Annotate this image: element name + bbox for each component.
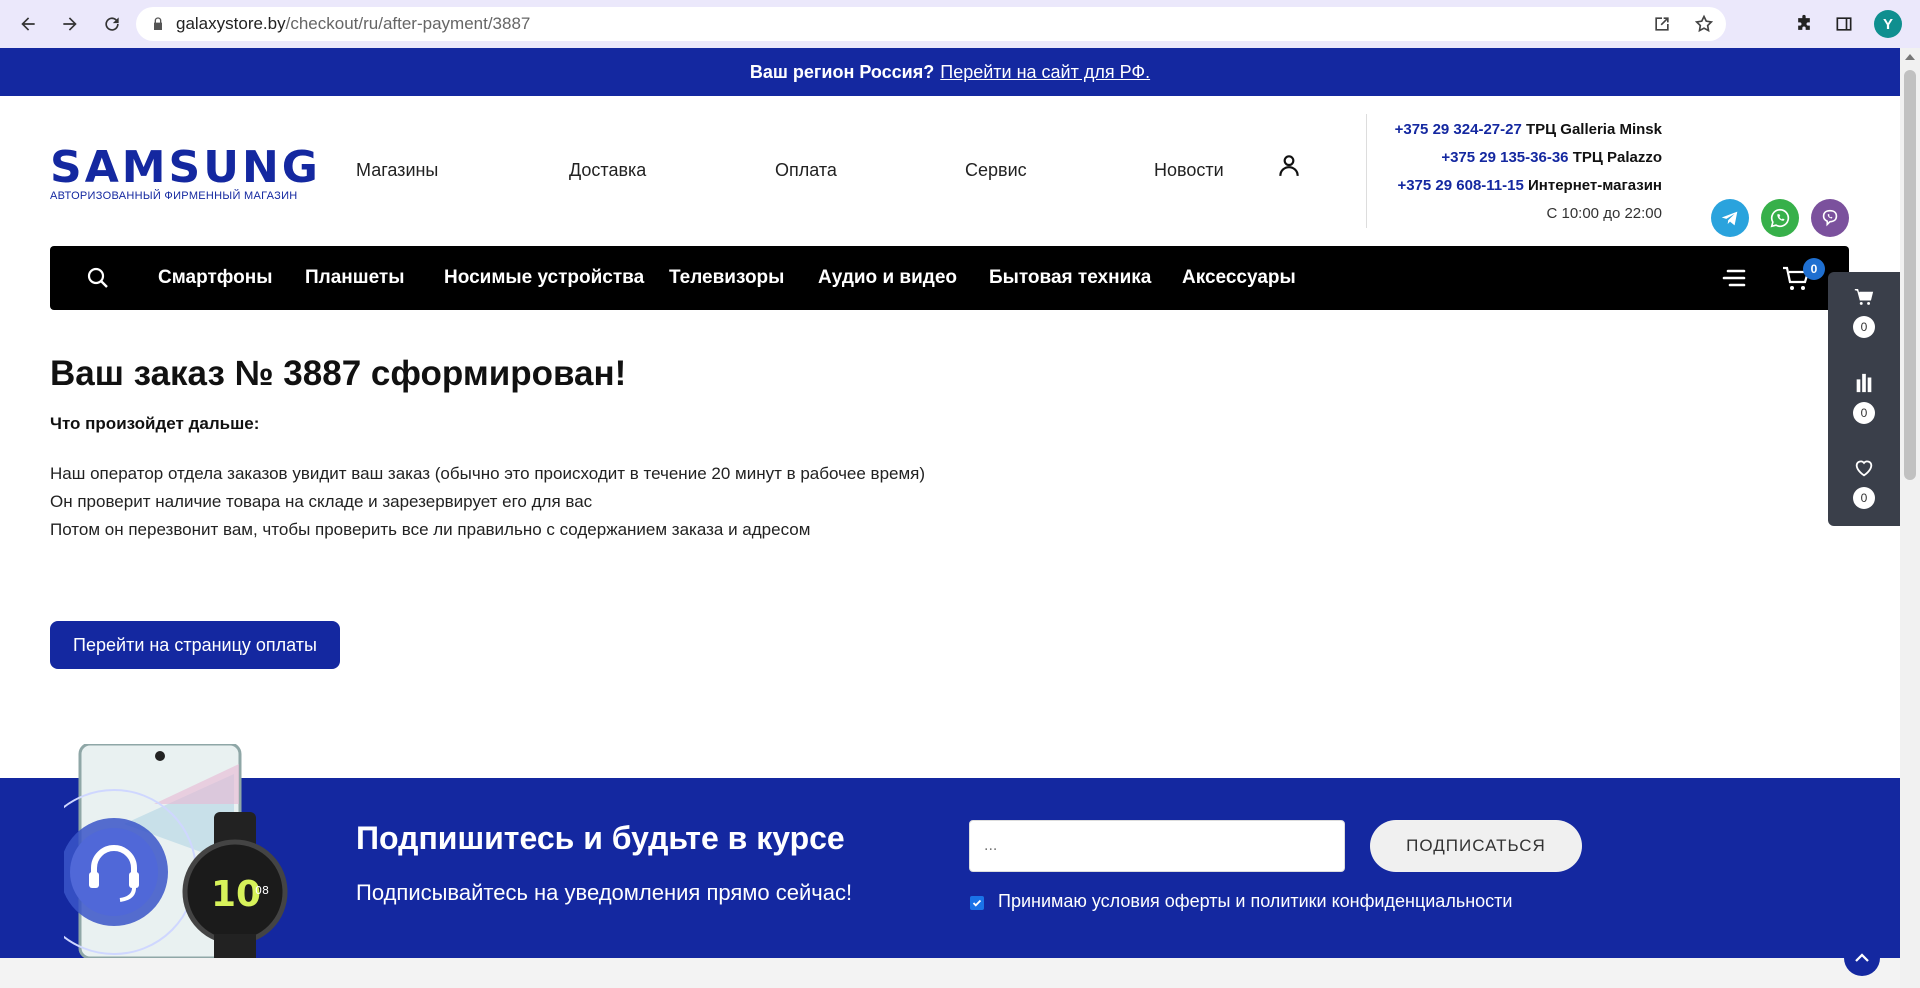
- whatsapp-icon: [1770, 208, 1790, 228]
- category-accessories[interactable]: Аксессуары: [1182, 267, 1296, 289]
- region-question: Ваш регион Россия?: [749, 61, 935, 82]
- category-tvs[interactable]: Телевизоры: [669, 267, 784, 289]
- subscribe-heading: Подпишитесь и будьте в курсе: [356, 820, 845, 856]
- category-wearables[interactable]: Носимые устройства: [444, 267, 644, 289]
- telegram-button[interactable]: [1711, 199, 1749, 237]
- share-icon[interactable]: [1652, 14, 1672, 34]
- side-cart-count: 0: [1853, 316, 1875, 338]
- side-quick-panel: 0 0 0: [1828, 272, 1900, 526]
- working-hours: С 10:00 до 22:00: [1546, 205, 1662, 222]
- svg-text:10: 10: [211, 874, 261, 915]
- subscribe-subheading: Подписывайтесь на уведомления прямо сейч…: [356, 880, 853, 905]
- consent-checkbox[interactable]: [970, 896, 984, 910]
- next-steps-heading: Что произойдет дальше:: [50, 414, 260, 433]
- contact-row: +375 29 324-27-27 ТРЦ Galleria Minsk: [1395, 116, 1662, 144]
- category-smartphones[interactable]: Смартфоны: [158, 267, 272, 289]
- whatsapp-button[interactable]: [1761, 199, 1799, 237]
- reload-button[interactable]: [94, 6, 130, 42]
- next-step-line: Потом он перезвонит вам, чтобы проверить…: [50, 520, 811, 539]
- heart-icon: [1855, 460, 1873, 477]
- contact-row: +375 29 608-11-15 Интернет-магазин: [1395, 172, 1662, 200]
- checkmark-icon: [972, 899, 982, 907]
- bookmark-star-icon[interactable]: [1694, 14, 1714, 34]
- reload-icon: [105, 17, 119, 31]
- scroll-up-arrow-icon[interactable]: [1905, 54, 1915, 60]
- forward-button[interactable]: [52, 6, 88, 42]
- nav-stores[interactable]: Магазины: [356, 160, 438, 181]
- site-header: SAMSUNG АВТОРИЗОВАННЫЙ ФИРМЕННЫЙ МАГАЗИН…: [0, 96, 1900, 246]
- cart-icon: [1854, 288, 1874, 305]
- phone-watch-promo-image: 10 08: [64, 744, 288, 958]
- side-cart[interactable]: 0: [1828, 286, 1900, 338]
- telegram-icon: [1721, 211, 1738, 226]
- compare-bars-icon: [1856, 373, 1872, 393]
- region-bar: Ваш регион Россия? Перейти на сайт для Р…: [0, 48, 1900, 96]
- next-steps-list: Наш оператор отдела заказов увидит ваш з…: [50, 460, 925, 544]
- contact-phone[interactable]: +375 29 324-27-27: [1395, 121, 1522, 138]
- side-compare-count: 0: [1853, 402, 1875, 424]
- scroll-to-top-button[interactable]: [1844, 940, 1880, 976]
- arrow-left-icon: [21, 17, 35, 31]
- side-favorites[interactable]: 0: [1828, 457, 1900, 509]
- next-step-line: Он проверит наличие товара на складе и з…: [50, 492, 593, 511]
- contact-phone[interactable]: +375 29 135-36-36: [1441, 149, 1568, 166]
- side-compare[interactable]: 0: [1828, 372, 1900, 424]
- order-confirmation: Ваш заказ № 3887 сформирован! Что произо…: [50, 354, 925, 544]
- logo-wordmark: SAMSUNG: [50, 142, 321, 193]
- url-text: galaxystore.by/checkout/ru/after-payment…: [176, 14, 531, 33]
- svg-text:08: 08: [255, 884, 269, 897]
- contact-row: +375 29 135-36-36 ТРЦ Palazzo: [1395, 144, 1662, 172]
- category-tablets[interactable]: Планшеты: [305, 267, 404, 289]
- nav-news[interactable]: Новости: [1154, 160, 1224, 181]
- nav-service[interactable]: Сервис: [965, 160, 1027, 181]
- footer-strip: [0, 958, 1900, 988]
- go-to-payment-button[interactable]: Перейти на страницу оплаты: [50, 621, 340, 669]
- extensions-puzzle-icon[interactable]: [1794, 14, 1814, 34]
- user-account-icon[interactable]: [1276, 152, 1302, 178]
- viber-icon: [1822, 209, 1838, 227]
- profile-avatar[interactable]: Y: [1874, 10, 1902, 38]
- arrow-right-icon: [63, 17, 77, 31]
- contacts-block: +375 29 324-27-27 ТРЦ Galleria Minsk +37…: [1395, 116, 1662, 228]
- contact-place: ТРЦ Palazzo: [1572, 149, 1662, 166]
- browser-toolbar: galaxystore.by/checkout/ru/after-payment…: [0, 0, 1920, 48]
- menu-icon[interactable]: [1720, 266, 1746, 290]
- page-scrollbar[interactable]: [1900, 48, 1920, 988]
- logo-subtitle: АВТОРИЗОВАННЫЙ ФИРМЕННЫЙ МАГАЗИН: [50, 190, 298, 202]
- cart-count-badge: 0: [1803, 258, 1825, 280]
- contact-phone[interactable]: +375 29 608-11-15: [1397, 177, 1523, 194]
- viber-button[interactable]: [1811, 199, 1849, 237]
- contact-place: Интернет-магазин: [1528, 177, 1662, 194]
- page: Ваш регион Россия? Перейти на сайт для Р…: [0, 48, 1900, 988]
- chevron-up-icon: [1855, 953, 1869, 962]
- nav-payment[interactable]: Оплата: [775, 160, 837, 181]
- search-icon[interactable]: [86, 266, 110, 290]
- region-switch-link[interactable]: Перейти на сайт для РФ.: [940, 62, 1150, 83]
- lock-icon: [154, 17, 162, 30]
- page-title: Ваш заказ № 3887 сформирован!: [50, 354, 627, 393]
- side-panel-icon[interactable]: [1834, 14, 1854, 34]
- subscribe-email-input[interactable]: [969, 820, 1345, 872]
- samsung-logo[interactable]: SAMSUNG АВТОРИЗОВАННЫЙ ФИРМЕННЫЙ МАГАЗИН: [50, 142, 321, 203]
- side-favorites-count: 0: [1853, 487, 1875, 509]
- address-bar[interactable]: galaxystore.by/checkout/ru/after-payment…: [136, 7, 1726, 41]
- category-audio-video[interactable]: Аудио и видео: [818, 267, 957, 289]
- next-step-line: Наш оператор отдела заказов увидит ваш з…: [50, 464, 926, 483]
- consent-label: Принимаю условия оферты и политики конфи…: [998, 891, 1513, 911]
- scrollbar-thumb[interactable]: [1904, 70, 1916, 480]
- category-bar: Смартфоны Планшеты Носимые устройства Те…: [50, 246, 1849, 310]
- subscribe-button[interactable]: ПОДПИСАТЬСЯ: [1370, 820, 1582, 872]
- nav-delivery[interactable]: Доставка: [569, 160, 646, 181]
- back-button[interactable]: [10, 6, 46, 42]
- contact-place: ТРЦ Galleria Minsk: [1525, 121, 1662, 138]
- category-appliances[interactable]: Бытовая техника: [989, 267, 1151, 289]
- header-divider: [1366, 114, 1367, 228]
